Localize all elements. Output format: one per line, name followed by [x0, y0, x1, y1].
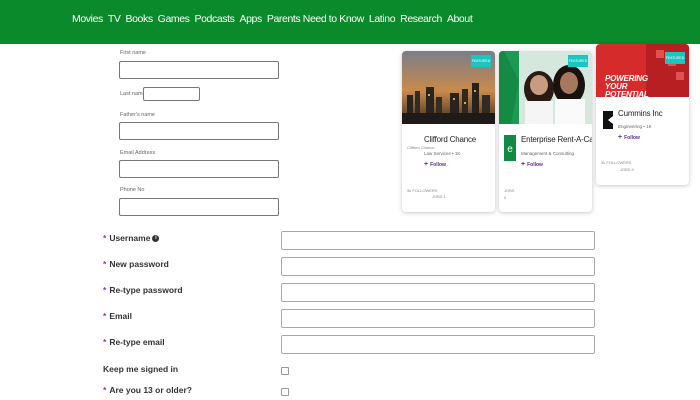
follow-button[interactable]: + Follow — [424, 161, 446, 168]
info-icon[interactable]: i — [152, 235, 160, 243]
email-address-label: Email Address — [120, 150, 156, 156]
company-industry: Law Services • 1K — [424, 151, 461, 156]
nav-movies[interactable]: Movies — [72, 13, 103, 25]
plus-icon: + — [618, 134, 623, 141]
jobs-stat: JOBS 1 — [432, 194, 446, 199]
new-password-label: * New password — [103, 259, 169, 269]
username-input[interactable] — [281, 231, 595, 250]
company-card-enterprise-rent-a-car[interactable]: FEATURED e Enterprise Rent-A-Car Managem… — [499, 51, 592, 212]
nav-tv[interactable]: TV — [108, 13, 121, 25]
followers-stat: 5k FOLLOWERS — [407, 188, 438, 193]
new-password-input[interactable] — [281, 257, 595, 276]
company-industry: Management & Consulting — [521, 151, 575, 156]
first-name-label: First name — [120, 50, 146, 56]
first-name-input[interactable] — [119, 61, 279, 79]
keep-signed-in-label: Keep me signed in — [103, 364, 179, 374]
jobs-stat: JOBS — [504, 188, 515, 193]
plus-icon: + — [521, 161, 526, 168]
banner-slogan: POWERING YOUR POTENTIAL — [605, 74, 649, 99]
retype-password-input[interactable] — [281, 283, 595, 302]
age-check-label: * Are you 13 or older? — [103, 385, 192, 395]
company-card-cummins[interactable]: POWERING YOUR POTENTIAL FEATURED Cummins… — [596, 44, 689, 185]
top-nav-bar: Movies TV Books Games Podcasts Apps Pare… — [0, 0, 700, 44]
last-name-input[interactable] — [143, 87, 200, 101]
company-name[interactable]: Enterprise Rent-A-Car — [521, 135, 592, 144]
father-name-label: Father's name — [120, 112, 155, 118]
retype-email-label: * Re-type email — [103, 337, 165, 347]
nav-about[interactable]: About — [447, 13, 473, 25]
retype-email-input[interactable] — [281, 335, 595, 354]
email-label: * Email — [103, 311, 132, 321]
age-check-checkbox[interactable] — [281, 388, 289, 396]
follow-button[interactable]: + Follow — [618, 134, 640, 141]
nav-books[interactable]: Books — [125, 13, 153, 25]
company-name[interactable]: Cummins Inc — [618, 109, 663, 118]
nav-latino[interactable]: Latino — [369, 13, 396, 25]
retype-password-label: * Re-type password — [103, 285, 183, 295]
featured-tag: FEATURED — [568, 55, 588, 67]
nav-research[interactable]: Research — [400, 13, 442, 25]
last-name-label: Last name — [120, 91, 146, 97]
jobs-count: 0 — [504, 195, 507, 200]
phone-input[interactable] — [119, 198, 279, 216]
cummins-logo-icon — [603, 111, 613, 129]
nav-apps[interactable]: Apps — [240, 13, 263, 25]
company-industry: Engineering • 1K — [618, 124, 652, 129]
nav-podcasts[interactable]: Podcasts — [195, 13, 235, 25]
followers-stat: 5k FOLLOWERS — [601, 160, 632, 165]
email-input[interactable] — [281, 309, 595, 328]
featured-tag: FEATURED — [471, 55, 491, 67]
company-name[interactable]: Clifford Chance — [424, 135, 476, 144]
company-card-clifford-chance[interactable]: FEATURED Clifford Chance Clifford Chance… — [402, 51, 495, 212]
clifford-chance-logo: Clifford Chance — [407, 145, 435, 150]
nav-games[interactable]: Games — [158, 13, 190, 25]
enterprise-logo-icon: e — [504, 135, 516, 161]
featured-tag: FEATURED — [665, 52, 685, 64]
father-name-input[interactable] — [119, 122, 279, 140]
plus-icon: + — [424, 161, 429, 168]
username-label: * Username i — [103, 233, 160, 243]
svg-text:e: e — [507, 144, 513, 155]
email-address-input[interactable] — [119, 160, 279, 178]
keep-signed-in-checkbox[interactable] — [281, 367, 289, 375]
nav-parents-need-to-know[interactable]: Parents Need to Know — [267, 13, 364, 25]
jobs-stat: JOBS 9 — [620, 167, 634, 172]
phone-label: Phone No — [120, 187, 145, 193]
main-nav: Movies TV Books Games Podcasts Apps Pare… — [72, 13, 473, 25]
follow-button[interactable]: + Follow — [521, 161, 543, 168]
